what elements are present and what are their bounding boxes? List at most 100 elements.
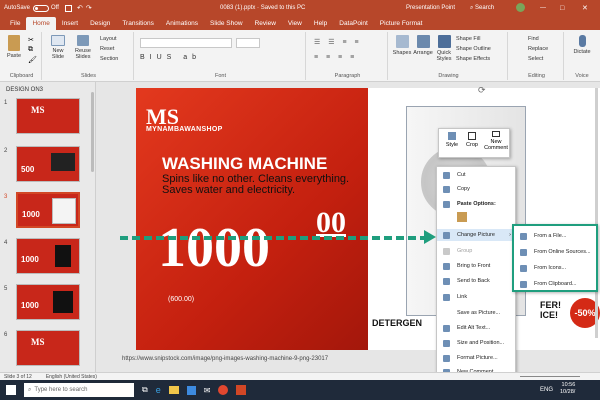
menu-cut[interactable]: Cut [437,169,515,181]
shapes-button[interactable]: Shapes [392,35,412,56]
slide-thumbnail-5[interactable]: 1000 [16,284,80,320]
menu-size-and-position[interactable]: Size and Position... [437,337,515,349]
thumb-price: 1000 [21,255,39,264]
shape-fill-button[interactable]: Shape Fill [456,36,480,42]
thumbnail-scrollbar[interactable] [91,92,94,172]
tab-review[interactable]: Review [249,17,282,30]
font-format-row[interactable]: BIUS ab [140,54,201,61]
slide-thumbnail-2[interactable]: 500 [16,146,80,182]
slide-thumbnail-6[interactable]: MS [16,330,80,366]
file-explorer-icon[interactable] [168,386,179,394]
avatar[interactable] [516,3,525,12]
canvas-scrollbar[interactable] [595,88,598,338]
submenu-from-online[interactable]: From Online Sources... [514,246,596,258]
powerpoint-taskbar-icon[interactable] [236,385,247,395]
menu-copy[interactable]: Copy [437,183,515,195]
menu-send-to-back[interactable]: Send to Back [437,275,515,287]
tab-slide-show[interactable]: Slide Show [204,17,249,30]
menu-change-picture[interactable]: Change Picture › [437,229,515,241]
font-size-box[interactable] [236,38,260,48]
undo-icon[interactable]: ↶ [77,4,83,12]
shape-effects-button[interactable]: Shape Effects [456,56,490,62]
redo-icon[interactable]: ↷ [86,4,92,12]
price[interactable]: 1000 [158,216,270,280]
tab-picture-format[interactable]: Picture Format [374,17,429,30]
tab-view[interactable]: View [282,17,308,30]
reuse-slides-button[interactable]: Reuse Slides [72,35,94,60]
menu-save-as-picture[interactable]: Save as Picture... [437,307,515,319]
copy-icon[interactable]: ⧉ [28,46,33,54]
offer-text[interactable]: FER! ICE! [540,300,561,320]
edge-icon[interactable]: e [156,385,161,395]
clock[interactable]: 10:56 10/28/ [560,382,575,396]
tab-file[interactable]: File [4,17,26,30]
cut-icon[interactable]: ✂ [28,36,34,44]
slide[interactable]: MS MYNAMBAWANSHOP WASHING MACHINE Spins … [136,85,600,350]
bottom-text[interactable]: DETERGEN [372,318,422,328]
menu-group[interactable]: Group [437,245,515,257]
tab-transitions[interactable]: Transitions [116,17,160,30]
language-status[interactable]: English (United States) [46,374,97,380]
brand-name: MYNAMBAWANSHOP [146,126,223,133]
title-search[interactable]: ⌕ Search [470,5,494,12]
tab-design[interactable]: Design [84,17,116,30]
paragraph-controls[interactable]: ☰ ☰ ≡ ≡ [314,38,362,46]
drawing-group-label: Drawing [438,73,459,79]
menu-bring-to-front[interactable]: Bring to Front [437,260,515,272]
task-view-icon[interactable]: ⧉ [142,385,148,395]
paste-option-icon[interactable] [457,212,467,222]
dictate-button[interactable]: Dictate [570,35,594,55]
section-button[interactable]: Section [100,56,118,62]
close-button[interactable]: ✕ [582,4,588,12]
format-painter-icon[interactable]: 🖌 [28,56,37,64]
crop-button[interactable]: Crop [463,132,481,148]
menu-paste-options[interactable]: Paste Options: [437,198,515,210]
slide-thumbnail-4[interactable]: 1000 [16,238,80,274]
price-cents[interactable]: 00 [316,206,346,240]
store-icon[interactable] [186,385,196,395]
arrange-button[interactable]: Arrange [413,35,433,56]
tab-insert[interactable]: Insert [56,17,84,30]
menu-format-picture[interactable]: Format Picture... [437,352,515,364]
reset-button[interactable]: Reset [100,46,114,52]
tab-animations[interactable]: Animations [160,17,204,30]
clipboard-group-label: Clipboard [9,73,34,79]
rotate-handle-icon[interactable]: ⟳ [478,85,486,96]
tab-help[interactable]: Help [308,17,333,30]
replace-button[interactable]: Replace [528,46,548,52]
quick-styles-button[interactable]: Quick Styles [434,35,454,62]
system-tray-lang[interactable]: ENG [540,387,553,393]
save-icon[interactable] [64,4,72,12]
headline[interactable]: WASHING MACHINE [162,154,327,174]
find-button[interactable]: Find [528,36,539,42]
select-button[interactable]: Select [528,56,543,62]
mail-icon[interactable]: ✉ [204,386,211,395]
paste-button[interactable]: Paste [5,35,23,59]
slide-thumbnail-1[interactable]: MS [16,98,80,134]
windows-start-icon[interactable] [6,385,16,395]
autosave-toggle[interactable] [33,4,50,12]
menu-link[interactable]: Link [437,291,515,303]
style-button[interactable]: Style [443,132,461,148]
menu-edit-alt-text[interactable]: Edit Alt Text... [437,322,515,334]
font-name-box[interactable] [140,38,232,48]
slide-thumbnail-3[interactable]: 1000 [16,192,80,228]
tagline[interactable]: Spins like no other. Cleans everything. … [162,174,362,196]
section-header[interactable]: DESIGN ON3 [6,87,43,93]
chrome-icon[interactable] [218,385,229,395]
new-slide-button[interactable]: New Slide [48,35,68,60]
shape-outline-button[interactable]: Shape Outline [456,46,491,52]
submenu-from-file[interactable]: From a File... [514,230,596,242]
old-price[interactable]: (600.00) [168,296,194,303]
alignment-controls[interactable]: ≡ ≡ ≡ ≡ [314,54,357,61]
submenu-from-icons[interactable]: From Icons... [514,262,596,274]
minimize-button[interactable]: — [540,5,546,11]
zoom-slider[interactable] [520,376,580,377]
new-comment-button[interactable]: New Comment [483,131,509,151]
tab-home[interactable]: Home [26,17,56,30]
tab-datapoint[interactable]: DataPoint [333,17,374,30]
taskbar-search[interactable]: ⌕ Type here to search [24,383,134,397]
layout-button[interactable]: Layout [100,36,117,42]
maximize-button[interactable]: □ [560,5,564,12]
submenu-from-clipboard[interactable]: From Clipboard... [514,278,596,290]
